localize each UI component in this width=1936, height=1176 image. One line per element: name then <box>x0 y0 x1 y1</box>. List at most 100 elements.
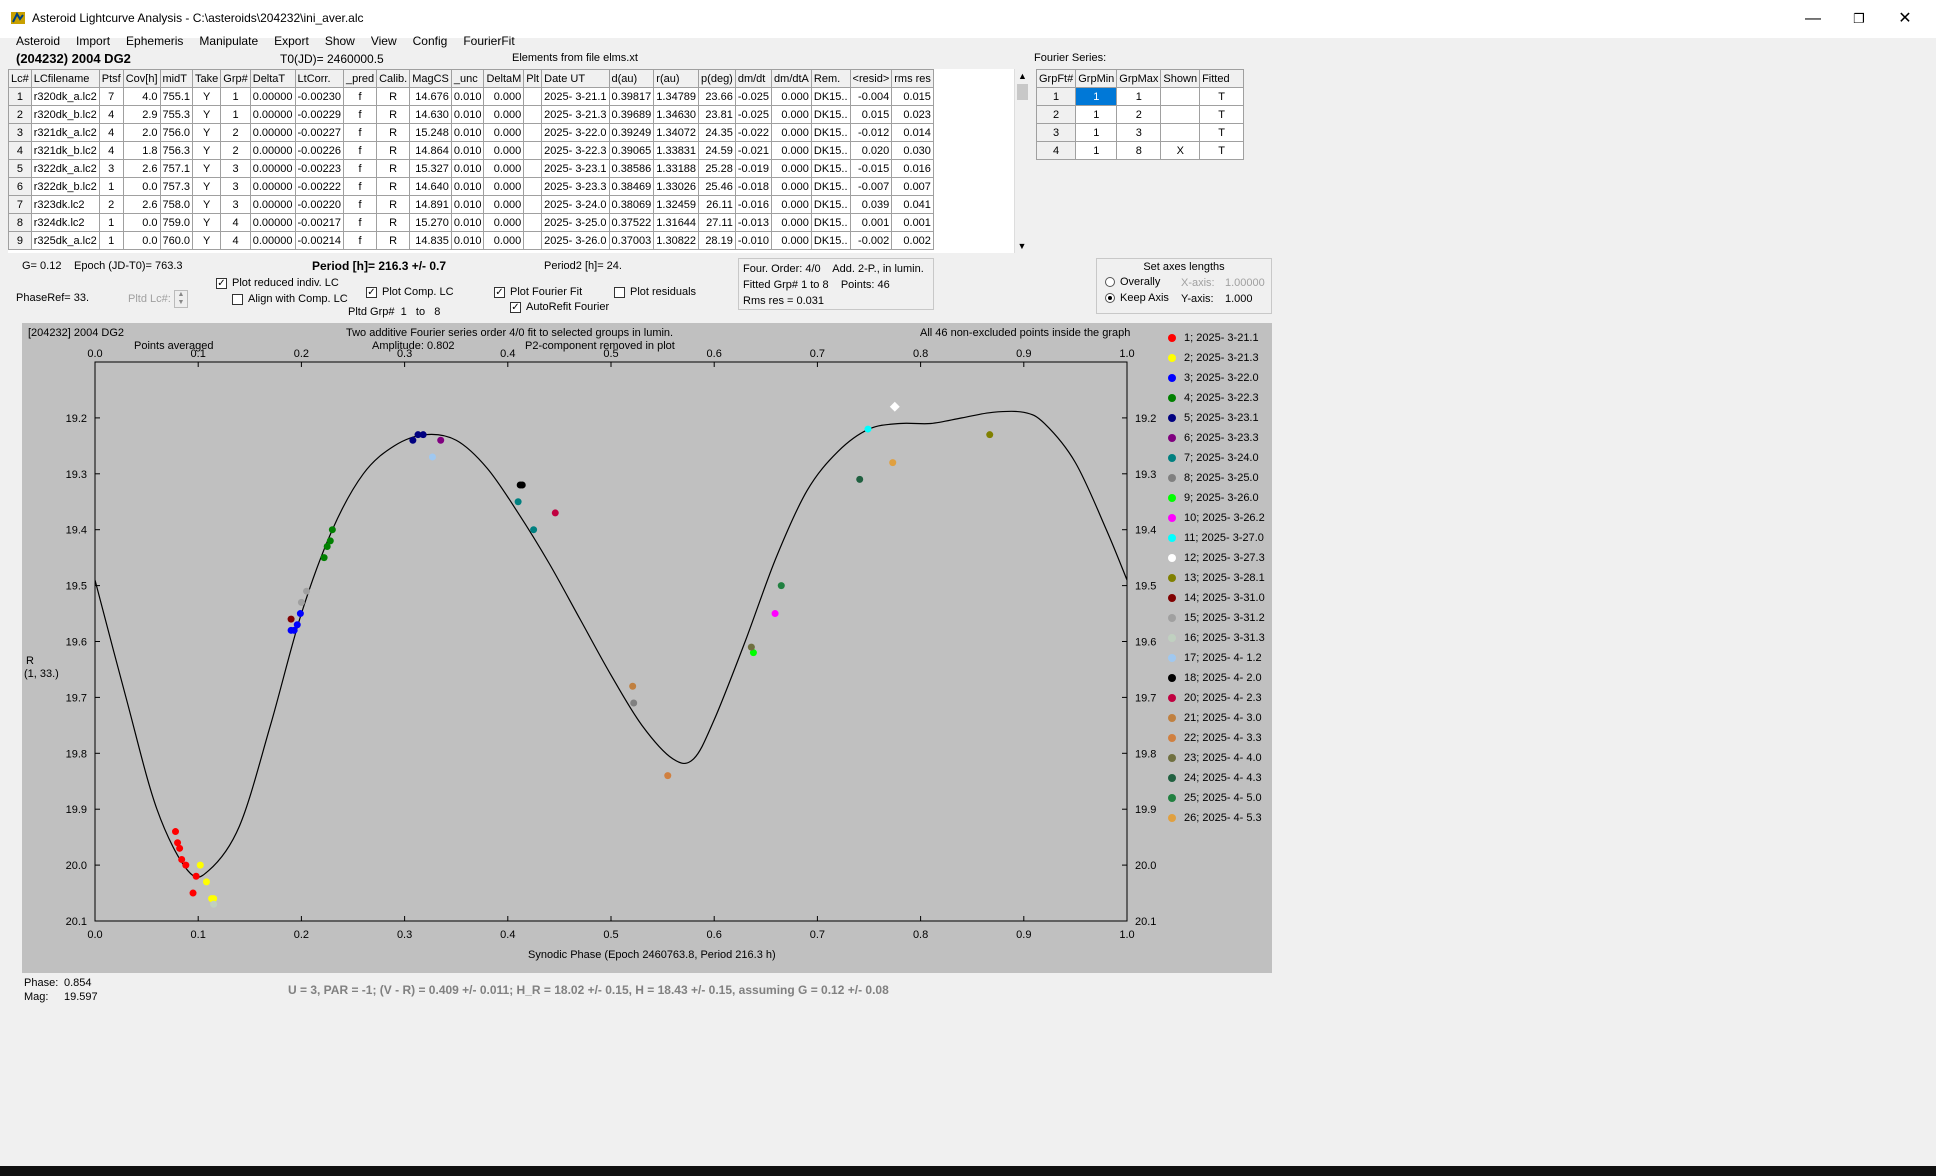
table-cell[interactable]: 0.000 <box>483 123 525 142</box>
table-cell[interactable]: -0.018 <box>734 177 773 196</box>
table-cell[interactable]: 0.00000 <box>249 231 296 250</box>
plot-residuals-checkbox[interactable]: Plot residuals <box>614 286 696 298</box>
table-cell[interactable]: 0.000 <box>483 141 525 160</box>
lc-col-header[interactable]: <resid> <box>849 69 893 88</box>
table-cell[interactable]: 755.3 <box>159 105 194 124</box>
lc-col-header[interactable]: _unc <box>450 69 485 88</box>
table-cell[interactable]: 0.00000 <box>249 123 296 142</box>
table-cell[interactable]: DK15.. <box>810 213 851 232</box>
table-cell[interactable]: 4 <box>98 123 124 142</box>
table-cell[interactable]: 26.11 <box>698 195 736 214</box>
table-cell[interactable]: r322dk_a.lc2 <box>30 159 100 178</box>
table-cell[interactable]: f <box>342 123 378 142</box>
align-check[interactable] <box>232 293 243 305</box>
table-cell[interactable]: T <box>1199 141 1245 160</box>
table-cell[interactable]: 1 <box>98 213 124 232</box>
table-cell[interactable]: -0.00222 <box>294 177 344 196</box>
table-cell[interactable]: R <box>376 195 411 214</box>
table-cell[interactable]: 14.891 <box>409 195 452 214</box>
table-cell[interactable]: 4 <box>220 231 251 250</box>
table-cell[interactable]: 1 <box>8 87 32 106</box>
table-cell[interactable]: 755.1 <box>159 87 194 106</box>
table-cell[interactable]: -0.00214 <box>294 231 344 250</box>
table-cell[interactable]: T <box>1199 105 1245 124</box>
lc-col-header[interactable]: Calib. <box>376 69 411 88</box>
table-cell[interactable]: 0.000 <box>771 231 812 250</box>
table-cell[interactable]: r321dk_a.lc2 <box>30 123 100 142</box>
table-cell[interactable]: r324dk.lc2 <box>30 213 100 232</box>
table-cell[interactable]: 2025- 3-24.0 <box>541 195 610 214</box>
table-cell[interactable]: 1.34789 <box>653 87 700 106</box>
table-cell[interactable]: 0.010 <box>450 231 485 250</box>
table-row[interactable]: 313 T <box>1035 123 1245 142</box>
table-cell[interactable]: 3 <box>1035 123 1077 142</box>
scroll-thumb[interactable] <box>1017 84 1028 100</box>
menu-export[interactable]: Export <box>266 31 317 51</box>
table-cell[interactable]: 15.327 <box>409 159 452 178</box>
yaxis-field[interactable]: 1.000 <box>1225 293 1253 305</box>
table-cell[interactable]: 2 <box>220 123 251 142</box>
table-cell[interactable]: DK15.. <box>810 123 851 142</box>
table-cell[interactable]: R <box>376 231 411 250</box>
table-cell[interactable]: 2.0 <box>122 123 161 142</box>
table-cell[interactable]: 7 <box>8 195 32 214</box>
ft-col-header[interactable]: Fitted <box>1199 69 1245 88</box>
lc-col-header[interactable]: Grp# <box>220 69 251 88</box>
table-cell[interactable]: 0.000 <box>483 159 525 178</box>
table-cell[interactable]: 2025- 3-21.3 <box>541 105 610 124</box>
table-cell[interactable]: Y <box>192 105 222 124</box>
table-cell[interactable]: 0.002 <box>891 231 934 250</box>
table-row[interactable]: 3 r321dk_a.lc2 4 2.0 756.0 Y 2 0.00000 -0.00227 f… <box>8 123 934 142</box>
table-cell[interactable]: 15.270 <box>409 213 452 232</box>
table-cell[interactable]: 0.030 <box>891 141 934 160</box>
menu-manipulate[interactable]: Manipulate <box>191 31 266 51</box>
table-cell[interactable]: 1.32459 <box>653 195 700 214</box>
table-cell[interactable]: 2025- 3-23.3 <box>541 177 610 196</box>
table-cell[interactable]: -0.00226 <box>294 141 344 160</box>
table-cell[interactable]: 3 <box>220 159 251 178</box>
table-cell[interactable]: 0.00000 <box>249 87 296 106</box>
table-cell[interactable]: 0.016 <box>891 159 934 178</box>
table-cell[interactable]: 0.38469 <box>608 177 655 196</box>
table-cell[interactable] <box>523 105 543 124</box>
table-cell[interactable]: 1.30822 <box>653 231 700 250</box>
table-cell[interactable]: 759.0 <box>159 213 194 232</box>
table-cell[interactable]: 4 <box>1035 141 1077 160</box>
table-cell[interactable]: 0.000 <box>771 141 812 160</box>
table-cell[interactable]: Y <box>192 231 222 250</box>
table-cell[interactable]: R <box>376 105 411 124</box>
restore-icon[interactable]: ❐ <box>1836 6 1882 32</box>
plot-reduced-check[interactable]: ✓ <box>216 277 227 289</box>
table-cell[interactable]: r321dk_b.lc2 <box>30 141 100 160</box>
ft-col-header[interactable]: GrpFt# <box>1035 69 1077 88</box>
table-cell[interactable]: Y <box>192 141 222 160</box>
table-cell[interactable]: -0.013 <box>734 213 773 232</box>
table-cell[interactable]: 2 <box>220 141 251 160</box>
table-cell[interactable]: -0.00230 <box>294 87 344 106</box>
keep-axis-radio[interactable]: Keep Axis <box>1105 292 1169 304</box>
table-cell[interactable]: R <box>376 141 411 160</box>
table-cell[interactable]: 14.676 <box>409 87 452 106</box>
table-cell[interactable]: 2025- 3-22.0 <box>541 123 610 142</box>
table-cell[interactable]: -0.015 <box>849 159 893 178</box>
table-cell[interactable]: 4 <box>98 141 124 160</box>
table-cell[interactable]: 3 <box>220 177 251 196</box>
table-cell[interactable]: Y <box>192 177 222 196</box>
table-cell[interactable]: 4 <box>8 141 32 160</box>
table-cell[interactable]: 758.0 <box>159 195 194 214</box>
table-cell[interactable]: 23.81 <box>698 105 736 124</box>
lc-col-header[interactable]: MagCS <box>409 69 452 88</box>
menu-view[interactable]: View <box>363 31 405 51</box>
table-cell[interactable]: 2025- 3-23.1 <box>541 159 610 178</box>
table-cell[interactable]: 0.039 <box>849 195 893 214</box>
lc-table-scrollbar[interactable]: ▲ ▼ <box>1014 69 1030 253</box>
table-row[interactable]: 212 T <box>1035 105 1245 124</box>
table-cell[interactable]: 0.014 <box>891 123 934 142</box>
table-cell[interactable]: 0.010 <box>450 105 485 124</box>
menu-fourierfit[interactable]: FourierFit <box>455 31 522 51</box>
table-cell[interactable] <box>523 177 543 196</box>
table-cell[interactable]: 6 <box>8 177 32 196</box>
table-cell[interactable]: 0.00000 <box>249 159 296 178</box>
table-cell[interactable]: 1 <box>1075 105 1118 124</box>
table-cell[interactable]: 0.041 <box>891 195 934 214</box>
